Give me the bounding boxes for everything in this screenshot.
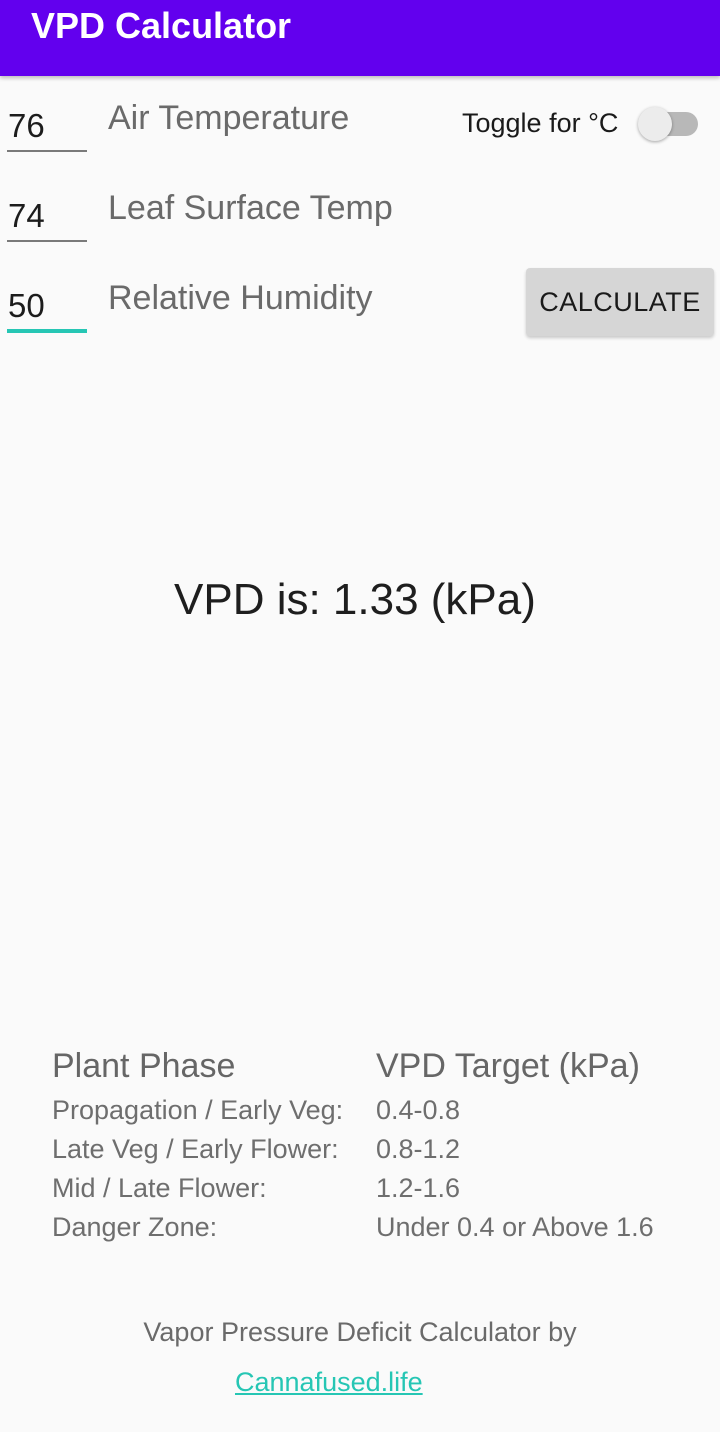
switch-thumb: [638, 107, 672, 141]
leaf-surface-temp-field[interactable]: [7, 196, 88, 242]
vpd-result-text: VPD is: 1.33 (kPa): [174, 575, 536, 624]
relative-humidity-input[interactable]: [7, 286, 88, 326]
air-temperature-label: Air Temperature: [108, 99, 350, 137]
table-row: Mid / Late Flower: 1.2-1.6: [52, 1170, 692, 1206]
phase-target: 0.4-0.8: [376, 1095, 461, 1125]
table-row: Late Veg / Early Flower: 0.8-1.2: [52, 1131, 692, 1167]
header-plant-phase: Plant Phase: [52, 1047, 236, 1085]
relative-humidity-field[interactable]: [7, 286, 88, 333]
relative-humidity-label: Relative Humidity: [108, 279, 373, 317]
phase-target: Under 0.4 or Above 1.6: [376, 1212, 654, 1242]
field-underline-focused: [7, 329, 87, 333]
field-underline: [7, 150, 87, 152]
table-header-row: Plant Phase VPD Target (kPa): [52, 1044, 692, 1085]
phase-target: 1.2-1.6: [376, 1173, 461, 1203]
leaf-surface-temp-input[interactable]: [7, 196, 88, 236]
leaf-surface-temp-label: Leaf Surface Temp: [108, 189, 393, 227]
field-underline: [7, 240, 87, 242]
table-row: Danger Zone: Under 0.4 or Above 1.6: [52, 1209, 692, 1245]
air-temperature-input[interactable]: [7, 106, 88, 146]
table-row: Propagation / Early Veg: 0.4-0.8: [52, 1092, 692, 1128]
phase-name: Propagation / Early Veg:: [52, 1095, 344, 1125]
celsius-toggle-label: Toggle for °C: [462, 108, 619, 138]
celsius-toggle-switch[interactable]: [638, 105, 700, 141]
phase-name: Danger Zone:: [52, 1212, 218, 1242]
phase-target: 0.8-1.2: [376, 1134, 461, 1164]
header-vpd-target: VPD Target (kPa): [376, 1047, 640, 1085]
app-bar: VPD Calculator: [0, 0, 720, 76]
footer-credit-text: Vapor Pressure Deficit Calculator by: [143, 1317, 577, 1347]
cannafused-link[interactable]: Cannafused.life: [235, 1364, 423, 1400]
phase-name: Mid / Late Flower:: [52, 1173, 267, 1203]
phase-name: Late Veg / Early Flower:: [52, 1134, 339, 1164]
app-title: VPD Calculator: [31, 5, 292, 46]
calculate-button[interactable]: CALCULATE: [526, 268, 714, 336]
air-temperature-field[interactable]: [7, 106, 88, 152]
